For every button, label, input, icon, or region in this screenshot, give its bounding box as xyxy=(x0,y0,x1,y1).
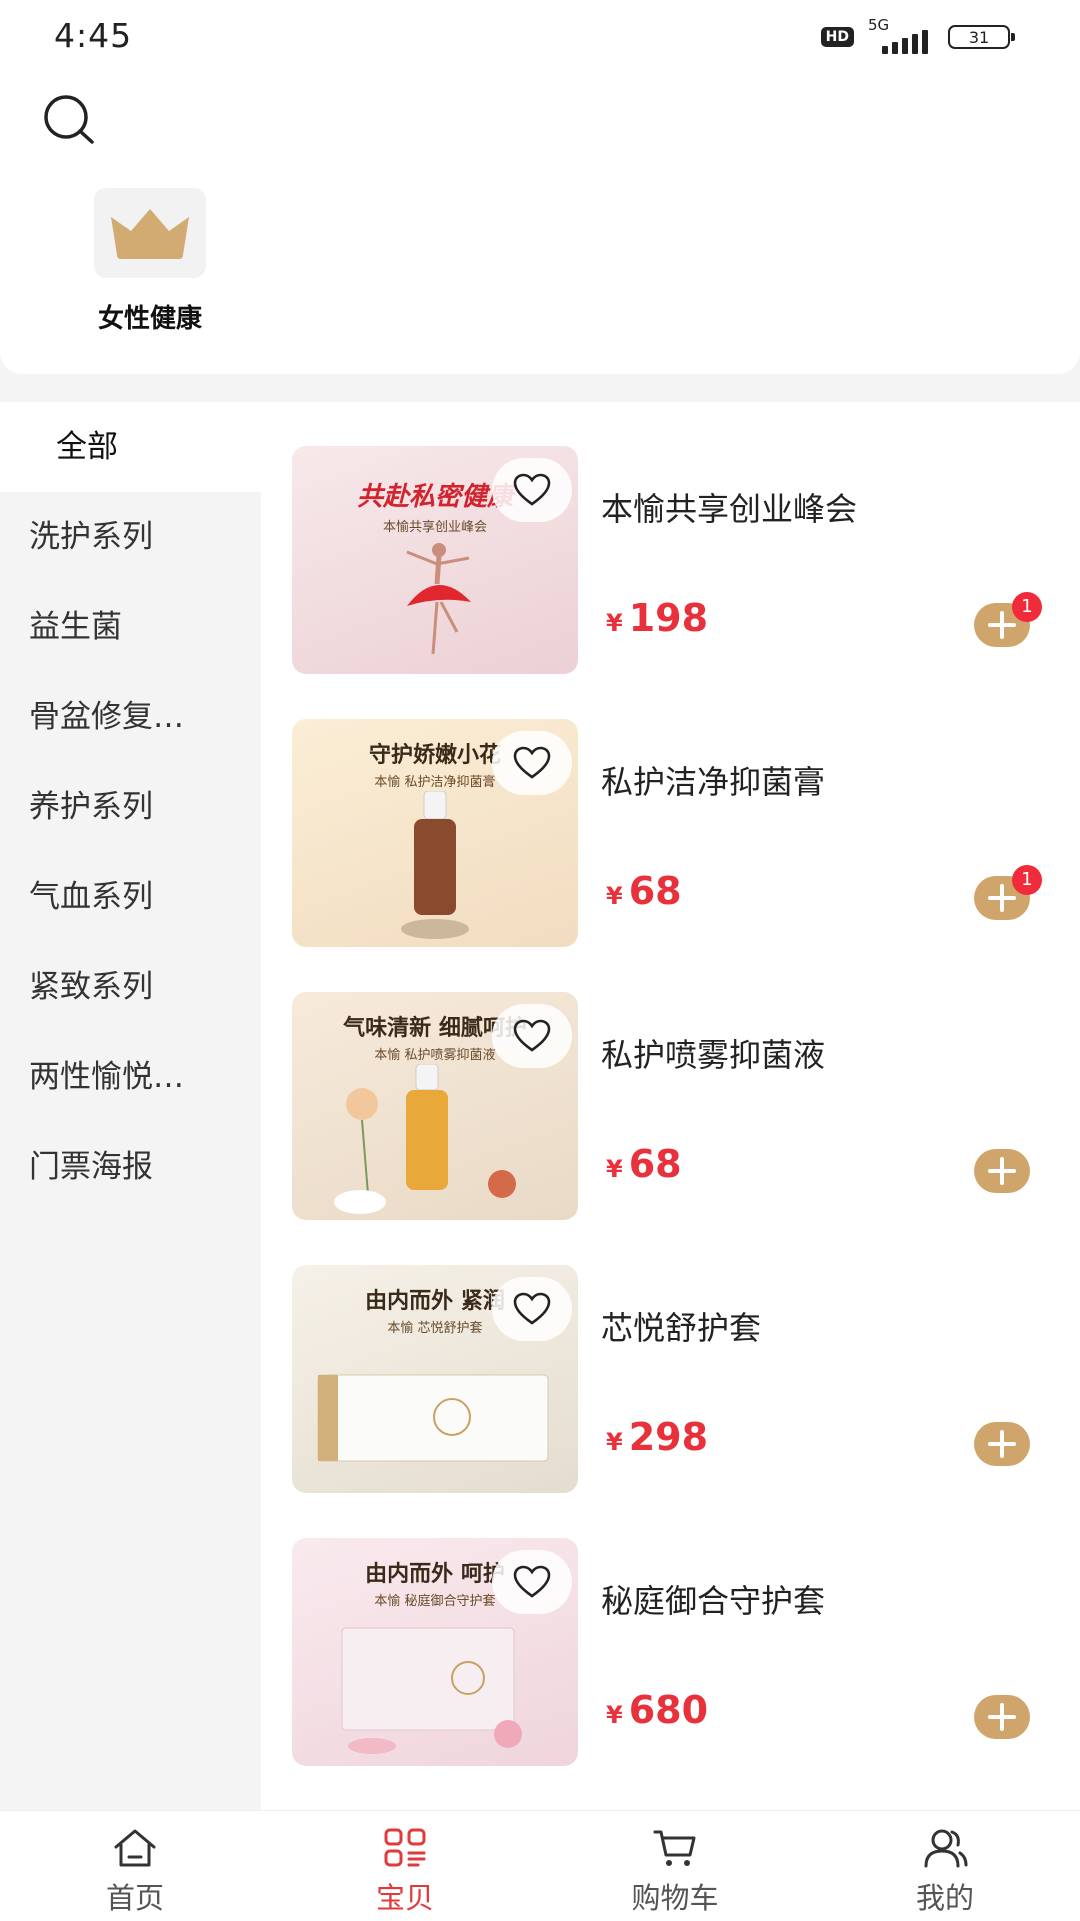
category-label: 女性健康 xyxy=(97,304,202,334)
status-icons: HD 5G 31 xyxy=(820,16,1015,54)
nav-label: 我的 xyxy=(915,1881,974,1915)
product-price: ¥68 xyxy=(606,869,682,913)
dancer-figure xyxy=(406,543,471,655)
sidebar-item-firming[interactable]: 紧致系列 xyxy=(0,942,261,1032)
product-name[interactable]: 芯悦舒护套 xyxy=(601,1303,761,1349)
plus-icon xyxy=(988,1157,1016,1185)
bottom-nav: 首页 宝贝 购物车 我的 xyxy=(0,1810,1080,1921)
favorite-button[interactable] xyxy=(492,1277,572,1341)
hd-icon: HD xyxy=(820,27,854,47)
heart-icon xyxy=(513,1292,551,1325)
sidebar-item-qi-blood[interactable]: 气血系列 xyxy=(0,852,261,942)
product-price: ¥198 xyxy=(606,596,709,640)
sidebar-item-couples[interactable]: 两性愉悦… xyxy=(0,1032,261,1122)
product-card[interactable]: 气味清新 细腻呵护 本愉 私护喷雾抑菌液 私护喷雾抑菌液 ¥68 xyxy=(261,992,1080,1222)
product-card[interactable]: 由内而外 呵护 本愉 秘庭御合守护套 秘庭御合守护套 ¥680 xyxy=(261,1538,1080,1768)
product-list: 共赴私密健康 本愉共享创业峰会 本愉共享创业峰会 ¥198 1 守护娇嫩小花 本… xyxy=(261,402,1080,1810)
product-name[interactable]: 秘庭御合守护套 xyxy=(601,1576,825,1622)
home-icon xyxy=(114,1829,156,1867)
product-name[interactable]: 本愉共享创业峰会 xyxy=(601,484,857,530)
nav-label: 宝贝 xyxy=(375,1881,434,1915)
category-section: 女性健康 xyxy=(0,162,1080,402)
plus-icon xyxy=(988,884,1016,912)
plus-icon xyxy=(988,611,1016,639)
plus-icon xyxy=(988,1430,1016,1458)
nav-home[interactable]: 首页 xyxy=(0,1811,270,1921)
users-icon xyxy=(924,1829,968,1868)
search-header xyxy=(0,78,1080,163)
spray-bottle-figure xyxy=(334,1064,516,1214)
sidebar-item-all[interactable]: 全部 xyxy=(0,402,261,492)
cart-icon xyxy=(653,1830,696,1866)
bottle-figure xyxy=(401,791,469,939)
crown-icon-box xyxy=(94,188,206,278)
sidebar-item-wash-care[interactable]: 洗护系列 xyxy=(0,492,261,582)
crown-icon xyxy=(111,209,189,259)
product-card[interactable]: 共赴私密健康 本愉共享创业峰会 本愉共享创业峰会 ¥198 1 xyxy=(261,446,1080,676)
cart-count-badge: 1 xyxy=(1012,865,1042,895)
favorite-button[interactable] xyxy=(492,731,572,795)
favorite-button[interactable] xyxy=(492,1004,572,1068)
nav-products[interactable]: 宝贝 xyxy=(270,1811,540,1921)
sidebar-item-nourish-care[interactable]: 养护系列 xyxy=(0,762,261,852)
sidebar-item-pelvic-repair[interactable]: 骨盆修复… xyxy=(0,672,261,762)
cart-count-badge: 1 xyxy=(1012,592,1042,622)
battery-level: 31 xyxy=(968,27,990,47)
gift-box-figure xyxy=(341,1627,522,1754)
product-name[interactable]: 私护洁净抑菌膏 xyxy=(601,757,825,803)
nav-me[interactable]: 我的 xyxy=(810,1811,1080,1921)
product-card[interactable]: 守护娇嫩小花 本愉 私护洁净抑菌膏 私护洁净抑菌膏 ¥68 1 xyxy=(261,719,1080,949)
plus-icon xyxy=(988,1703,1016,1731)
add-to-cart-button[interactable] xyxy=(974,1149,1030,1193)
status-bar: 4:45 HD 5G 31 xyxy=(0,0,1080,78)
favorite-button[interactable] xyxy=(492,1550,572,1614)
category-sidebar: 全部 洗护系列 益生菌 骨盆修复… 养护系列 气血系列 紧致系列 两性愉悦… 门… xyxy=(0,402,261,1810)
product-price: ¥680 xyxy=(606,1688,709,1732)
category-tab-womens-health[interactable]: 女性健康 xyxy=(80,188,220,335)
search-icon[interactable] xyxy=(40,92,96,148)
box-figure xyxy=(317,1374,549,1462)
add-to-cart-button[interactable] xyxy=(974,1695,1030,1739)
battery-icon: 31 xyxy=(948,25,1015,49)
heart-icon xyxy=(513,746,551,779)
grid-list-icon xyxy=(384,1828,426,1867)
signal-icon: 5G xyxy=(868,16,934,54)
nav-label: 购物车 xyxy=(631,1881,719,1915)
heart-icon xyxy=(513,1565,551,1598)
sidebar-item-ticket-posters[interactable]: 门票海报 xyxy=(0,1122,261,1212)
nav-label: 首页 xyxy=(105,1881,164,1915)
heart-icon xyxy=(513,1019,551,1052)
product-price: ¥68 xyxy=(606,1142,682,1186)
nav-cart[interactable]: 购物车 xyxy=(540,1811,810,1921)
add-to-cart-button[interactable] xyxy=(974,1422,1030,1466)
sidebar-item-probiotics[interactable]: 益生菌 xyxy=(0,582,261,672)
product-price: ¥298 xyxy=(606,1415,709,1459)
status-time: 4:45 xyxy=(54,16,133,55)
product-name[interactable]: 私护喷雾抑菌液 xyxy=(601,1030,825,1076)
favorite-button[interactable] xyxy=(492,458,572,522)
product-card[interactable]: 由内而外 紧润 本愉 芯悦舒护套 芯悦舒护套 ¥298 xyxy=(261,1265,1080,1495)
category-card: 女性健康 xyxy=(0,162,1080,374)
heart-icon xyxy=(513,473,551,506)
